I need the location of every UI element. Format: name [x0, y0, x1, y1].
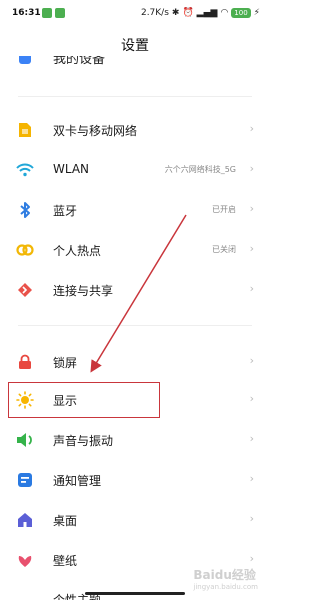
watermark: Baidu经验 jingyan.baidu.com — [193, 566, 258, 591]
watermark-text: Baidu经验 — [193, 568, 256, 582]
home-indicator[interactable] — [85, 592, 185, 595]
watermark-url: jingyan.baidu.com — [193, 583, 258, 591]
annotation-arrow — [90, 214, 187, 373]
